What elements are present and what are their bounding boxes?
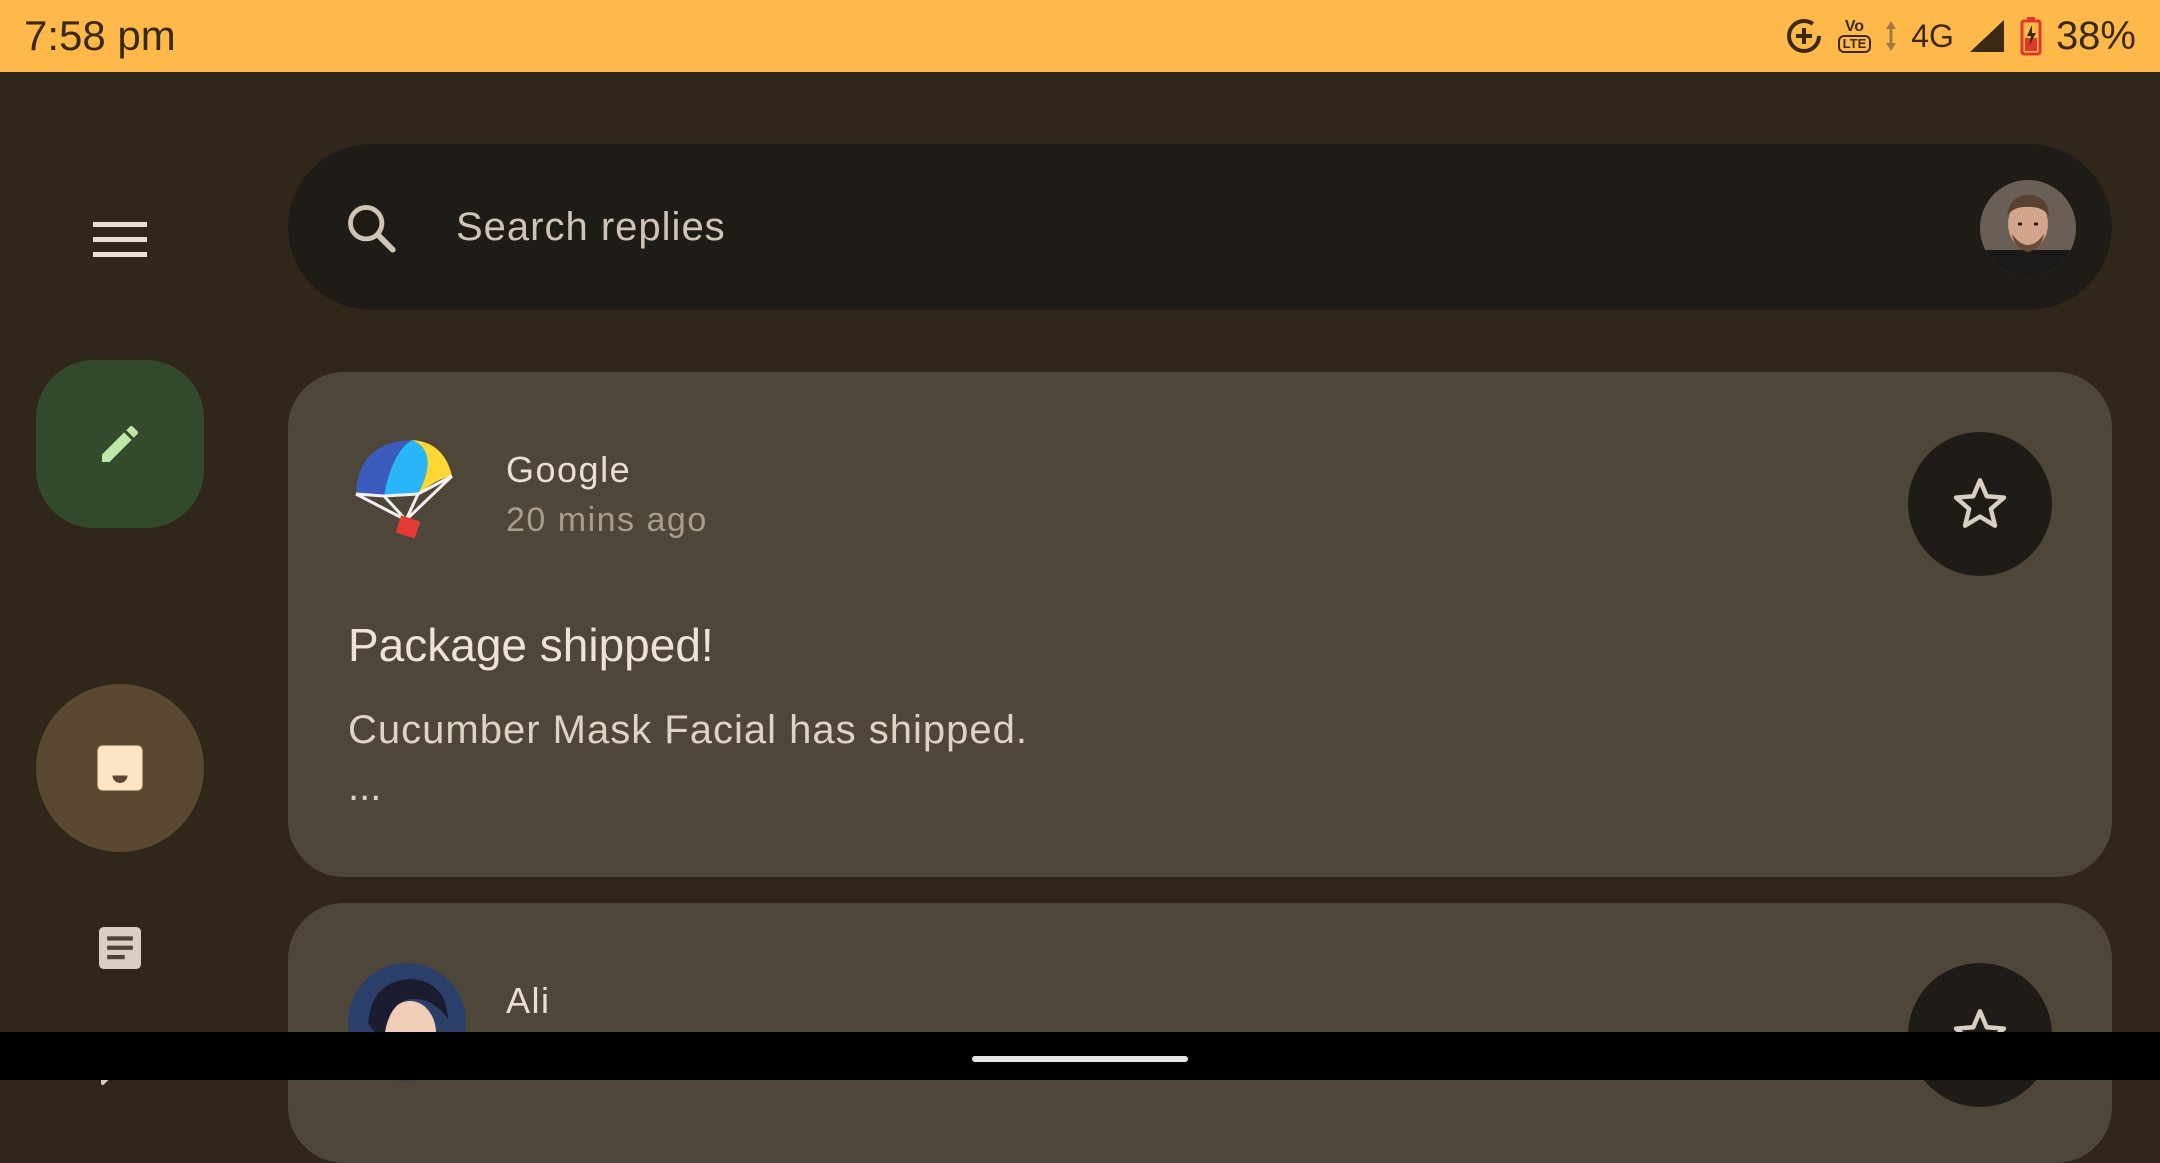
email-timestamp: 20 mins ago	[506, 501, 708, 539]
inbox-icon	[97, 745, 143, 791]
lte-label: LTE	[1837, 35, 1872, 53]
compose-button[interactable]	[36, 360, 204, 528]
home-gesture-handle[interactable]	[972, 1056, 1188, 1062]
sender-name: Ali	[506, 980, 551, 1021]
navigation-rail	[0, 72, 240, 1085]
article-icon	[99, 927, 141, 969]
status-time: 7:58 pm	[24, 12, 176, 59]
pencil-icon	[102, 425, 139, 462]
gesture-navigation-bar	[0, 1032, 2160, 1080]
search-icon[interactable]	[342, 199, 400, 257]
volte-icon: Vo LTE	[1837, 18, 1872, 53]
user-avatar-icon	[1980, 180, 2076, 276]
search-bar[interactable]: Search replies	[288, 144, 2112, 310]
email-card[interactable]: Google 20 mins ago Package shipped! Cucu…	[288, 372, 2112, 877]
battery-percent: 38%	[2055, 13, 2136, 58]
email-subject: Package shipped!	[348, 619, 714, 671]
star-outline-icon	[1953, 478, 2007, 528]
volte-label: Vo	[1844, 18, 1865, 35]
status-icons: Vo LTE 4G 38%	[1784, 0, 2136, 72]
search-input[interactable]: Search replies	[456, 202, 726, 252]
sender-name: Google	[506, 449, 632, 490]
email-preview-more: ...	[348, 765, 382, 809]
status-bar: 7:58 pm Vo LTE 4G 38%	[0, 0, 2160, 72]
menu-button[interactable]	[90, 218, 150, 262]
battery-icon	[2020, 16, 2042, 56]
signal-icon	[1968, 18, 2006, 54]
data-saver-icon	[1784, 16, 1824, 56]
nav-item-inbox[interactable]	[36, 684, 204, 852]
parachute-icon	[355, 440, 454, 539]
star-button[interactable]	[1908, 432, 2052, 576]
nav-item-articles[interactable]	[90, 918, 150, 978]
email-preview: Cucumber Mask Facial has shipped.	[348, 708, 1028, 752]
account-avatar[interactable]	[1980, 180, 2076, 276]
menu-icon	[93, 222, 147, 257]
network-type: 4G	[1911, 17, 1954, 54]
data-arrows-icon	[1885, 19, 1897, 53]
